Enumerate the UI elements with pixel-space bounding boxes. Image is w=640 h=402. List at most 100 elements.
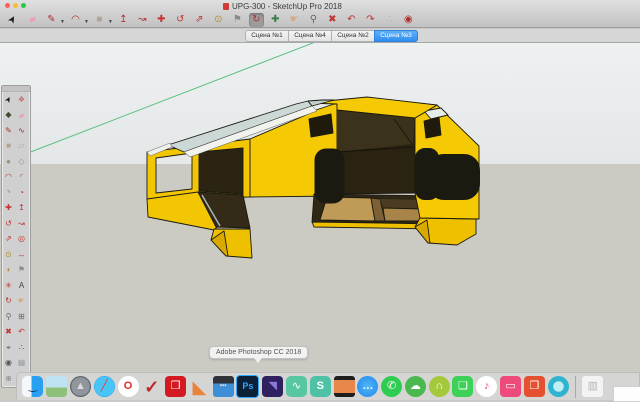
dock-video-editor-icon[interactable]: ┅	[213, 376, 234, 397]
dock-trash-icon[interactable]: ▥	[582, 376, 603, 397]
palette-dimension-button[interactable]: ↔	[15, 247, 28, 263]
toolbar-rectangle-button[interactable]: ■	[92, 13, 107, 27]
dock-green-video-call-app-icon[interactable]: ❏	[452, 376, 473, 397]
palette-eraser-button[interactable]: ▰	[13, 106, 31, 125]
toolbar-next-view-button[interactable]: ↷	[363, 13, 378, 27]
zoom-button[interactable]	[21, 3, 26, 8]
dock-launchpad-icon[interactable]: ▲	[70, 376, 91, 397]
palette-orbit-button[interactable]: ↻	[2, 294, 15, 310]
dock-orange-arrow-app-icon[interactable]: ◣	[189, 376, 210, 397]
dock-green-swirl-app-1-icon[interactable]: ∿	[286, 376, 307, 397]
scene-tab-3[interactable]: Сцена №2	[331, 30, 374, 42]
dock-pink-display-app-icon[interactable]: ▭	[500, 376, 521, 397]
palette-scale-button[interactable]: ⇗	[2, 232, 15, 248]
palette-freehand-button[interactable]: ∿	[15, 123, 28, 139]
palette-three-point-arc-button[interactable]: ◝	[2, 185, 15, 201]
palette-text-button[interactable]: ⚑	[15, 263, 28, 279]
dock-messages-icon[interactable]: …	[357, 376, 378, 397]
dock-music-app-icon[interactable]: ♪	[476, 376, 497, 397]
toolbar-zoom-extents-button[interactable]: ✖	[325, 13, 340, 27]
walk-icon: ∴	[386, 15, 392, 25]
dock-green-swirl-app-2-icon[interactable]: S	[310, 376, 331, 397]
palette-move-button[interactable]: ✚	[2, 201, 15, 217]
arc-dropdown-caret[interactable]: ▼	[84, 19, 89, 25]
toolbar-line-button[interactable]: ✎	[44, 13, 59, 27]
palette-zoom-window-button[interactable]: ⊞	[15, 309, 28, 325]
scene-tab-4[interactable]: Сцена №3	[374, 30, 418, 42]
palette-line-button[interactable]: ✎	[2, 123, 15, 139]
dock-opera-icon[interactable]: O	[118, 376, 139, 397]
palette-polygon-button[interactable]: ◇	[15, 154, 28, 170]
toolbar-orbit-button[interactable]: ↻	[249, 13, 264, 27]
safari-glyph: ╱	[101, 381, 108, 392]
dock-android-app-icon[interactable]: ∩	[429, 376, 450, 397]
dock-green-cloud-app-icon[interactable]: ☁	[405, 376, 426, 397]
palette-push-pull-button[interactable]: ↥	[15, 201, 28, 217]
palette-look-around-button[interactable]: ◉	[2, 356, 15, 372]
model-canvas[interactable]	[0, 42, 640, 400]
scene-tab-2[interactable]: Сцена №4	[288, 30, 331, 42]
toolbar-position-camera-button[interactable]: ✚	[268, 13, 283, 27]
dock-finder-icon[interactable]: ‿	[22, 376, 43, 397]
dock-photoshop-icon[interactable]: Ps	[236, 375, 259, 398]
dock-globe-browser-app-icon[interactable]	[548, 376, 569, 397]
palette-grid: ➤❖◆▰✎∿■▱●◇◠◜◝◔✚↥↺↝⇗◎⊙↔◗⚑✳A↻☛⚲⊞✖↶⌖∴◉▦⊕⊂	[2, 92, 30, 387]
dock-red-check-app-icon[interactable]: ✓	[141, 376, 162, 397]
messages-glyph: …	[362, 381, 373, 392]
rectangle-dropdown-caret[interactable]: ▼	[108, 19, 113, 25]
dock-purple-photo-app-icon[interactable]: ◥	[262, 376, 283, 397]
close-button[interactable]	[5, 3, 10, 8]
toolbar-look-around-button[interactable]: ◉	[401, 13, 416, 27]
toolbar-zoom-button[interactable]: ⚲	[306, 13, 321, 27]
scene-tab-1[interactable]: Сцена №1	[245, 30, 288, 42]
palette-extra-1-button[interactable]: ⊕	[2, 371, 15, 387]
palette-protractor-button[interactable]: ◗	[2, 263, 15, 279]
toolbar-pan-button[interactable]: ☛	[287, 13, 302, 27]
palette-zoom-extents-button[interactable]: ✖	[2, 325, 15, 341]
palette-axes-button[interactable]: ✳	[2, 278, 15, 294]
dock-filmstrip-app-icon[interactable]	[334, 376, 355, 397]
palette-zoom-button[interactable]: ⚲	[2, 309, 15, 325]
front-cab-window	[424, 117, 441, 138]
dock-safari-icon[interactable]: ╱	[94, 376, 115, 397]
toolbar-select-button[interactable]: ➤	[6, 13, 21, 27]
line-dropdown-caret[interactable]: ▼	[60, 19, 65, 25]
toolbar-rotate-button[interactable]: ↺	[173, 13, 188, 27]
toolbar-walk-button[interactable]: ∴	[382, 13, 397, 27]
palette-circle-button[interactable]: ●	[2, 154, 15, 170]
palette-pan-button[interactable]: ☛	[15, 294, 28, 310]
palette-previous-button[interactable]: ↶	[15, 325, 28, 341]
palette-rotated-rectangle-button[interactable]: ▱	[15, 139, 28, 155]
toolbar-push-pull-button[interactable]: ↥	[116, 13, 131, 27]
eraser-icon: ▰	[27, 13, 38, 25]
palette-tape-measure-button[interactable]: ⊙	[2, 247, 15, 263]
model-svg	[0, 42, 640, 400]
palette-section-plane-button[interactable]: ▦	[15, 356, 28, 372]
palette-follow-me-button[interactable]: ↝	[15, 216, 28, 232]
push-pull-icon: ↥	[119, 15, 127, 25]
toolbar-move-button[interactable]: ✚	[154, 13, 169, 27]
dock-whatsapp-icon[interactable]: ✆	[381, 376, 402, 397]
toolbar-tape-measure-button[interactable]: ⊙	[211, 13, 226, 27]
palette-pie-button[interactable]: ◔	[15, 185, 28, 201]
dock-tooltip: Adobe Photoshop CC 2018	[209, 346, 308, 359]
toolbar-scale-button[interactable]: ⇗	[192, 13, 207, 27]
palette-rectangle-button[interactable]: ■	[2, 139, 15, 155]
minimize-button[interactable]	[13, 3, 18, 8]
dock-photos-app-icon[interactable]	[46, 376, 67, 397]
palette-offset-button[interactable]: ◎	[15, 232, 28, 248]
palette-arc-button[interactable]: ◠	[2, 170, 15, 186]
palette-rotate-button[interactable]: ↺	[2, 216, 15, 232]
toolbar-eraser-button[interactable]: ▰	[25, 13, 40, 27]
toolbar-arc-button[interactable]: ◠	[68, 13, 83, 27]
palette-two-point-arc-button[interactable]: ◜	[15, 170, 28, 186]
dock-screen-share-app-icon[interactable]: ❐	[524, 376, 545, 397]
follow-me-icon: ↝	[138, 15, 146, 25]
toolbar-follow-me-button[interactable]: ↝	[135, 13, 150, 27]
palette-walk-button[interactable]: ∴	[15, 340, 28, 356]
palette-position-camera-button[interactable]: ⌖	[2, 340, 15, 356]
dock-sketchup-icon[interactable]: ❒	[165, 376, 186, 397]
toolbar-previous-view-button[interactable]: ↶	[344, 13, 359, 27]
toolbar-text-button[interactable]: ⚑	[230, 13, 245, 27]
palette-3d-text-button[interactable]: A	[15, 278, 28, 294]
